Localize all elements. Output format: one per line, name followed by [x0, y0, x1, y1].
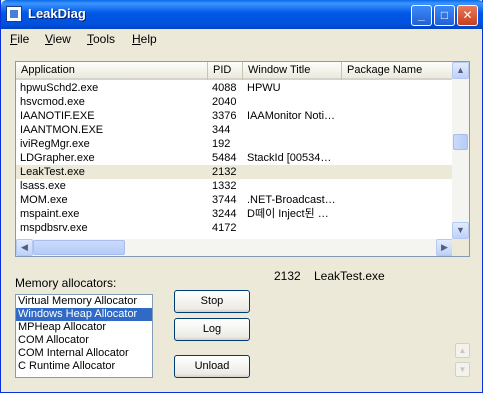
- row-application: iviRegMgr.exe: [20, 138, 90, 150]
- column-header-package-name[interactable]: Package Name: [342, 62, 453, 80]
- row-window-title: .NET-Broadcast…: [247, 194, 336, 206]
- arrow-down-icon: ▼: [458, 365, 467, 374]
- allocator-item[interactable]: MPHeap Allocator: [16, 321, 152, 334]
- row-pid: 5484: [212, 152, 237, 164]
- allocator-item[interactable]: COM Allocator: [16, 334, 152, 347]
- scroll-up-button[interactable]: ▲: [452, 62, 469, 79]
- window-title: LeakDiag: [28, 6, 86, 21]
- row-application: IAANTMON.EXE: [20, 124, 104, 136]
- minimize-icon: _: [418, 8, 425, 22]
- row-application: lsass.exe: [20, 180, 66, 192]
- arrow-left-icon: ◀: [21, 242, 28, 252]
- vertical-scrollbar[interactable]: ▲ ▼: [452, 62, 469, 239]
- menu-bar: File View Tools Help: [1, 29, 482, 49]
- close-button[interactable]: ✕: [457, 5, 478, 26]
- arrow-up-icon: ▲: [456, 65, 465, 75]
- scroll-left-button[interactable]: ◀: [16, 239, 33, 256]
- process-list-header: Application PID Window Title Package Nam…: [16, 62, 453, 80]
- menu-file[interactable]: File: [10, 32, 29, 46]
- row-pid: 4172: [212, 222, 237, 234]
- row-pid: 4088: [212, 82, 237, 94]
- row-application: IAANOTIF.EXE: [20, 110, 95, 122]
- horizontal-scroll-thumb[interactable]: [33, 240, 125, 255]
- menu-help[interactable]: Help: [132, 32, 157, 46]
- row-application: mspaint.exe: [20, 208, 80, 220]
- horizontal-scrollbar[interactable]: ◀ ▶: [16, 239, 453, 256]
- column-header-application[interactable]: Application: [16, 62, 208, 80]
- row-application: LeakTest.exe: [20, 166, 85, 178]
- row-pid: 192: [212, 138, 231, 150]
- process-list[interactable]: Application PID Window Title Package Nam…: [15, 61, 470, 257]
- selected-pid: 2132: [274, 269, 301, 283]
- allocator-item[interactable]: Virtual Memory Allocator: [16, 295, 152, 308]
- row-window-title: IAAMonitor Noti…: [247, 110, 336, 122]
- title-bar[interactable]: LeakDiag _ □ ✕: [1, 0, 483, 29]
- spin-down-button[interactable]: ▼: [455, 362, 470, 377]
- column-header-window-title[interactable]: Window Title: [243, 62, 342, 80]
- log-button[interactable]: Log: [174, 318, 250, 341]
- memory-allocators-label: Memory allocators:: [15, 276, 117, 290]
- row-pid: 2132: [212, 166, 237, 178]
- row-application: MOM.exe: [20, 194, 68, 206]
- maximize-icon: □: [440, 8, 449, 22]
- row-pid: 3244: [212, 208, 237, 220]
- row-pid: 3744: [212, 194, 237, 206]
- row-pid: 1332: [212, 180, 237, 192]
- process-row[interactable]: IAANTMON.EXE 344: [16, 123, 453, 137]
- close-icon: ✕: [462, 8, 473, 22]
- process-row[interactable]: hpwuSchd2.exe 4088 HPWU: [16, 81, 453, 95]
- row-pid: 3376: [212, 110, 237, 122]
- process-row[interactable]: lsass.exe 1332: [16, 179, 453, 193]
- process-row[interactable]: hsvcmod.exe 2040: [16, 95, 453, 109]
- process-row[interactable]: IAANOTIF.EXE 3376 IAAMonitor Noti…: [16, 109, 453, 123]
- process-row[interactable]: mspaint.exe 3244 D떼이 Inject된 …: [16, 207, 453, 221]
- process-row[interactable]: MOM.exe 3744 .NET-Broadcast…: [16, 193, 453, 207]
- row-pid: 2040: [212, 96, 237, 108]
- spin-up-button[interactable]: ▲: [455, 343, 470, 358]
- row-application: mspdbsrv.exe: [20, 222, 88, 234]
- row-pid: 344: [212, 124, 231, 136]
- row-application: hpwuSchd2.exe: [20, 82, 99, 94]
- arrow-down-icon: ▼: [456, 225, 465, 235]
- scroll-right-button[interactable]: ▶: [436, 239, 453, 256]
- minimize-button[interactable]: _: [411, 5, 432, 26]
- memory-allocators-list[interactable]: Virtual Memory Allocator Windows Heap All…: [15, 294, 153, 378]
- process-row[interactable]: LDGrapher.exe 5484 StackId [00534…: [16, 151, 453, 165]
- app-icon: [6, 6, 22, 22]
- stop-button[interactable]: Stop: [174, 290, 250, 313]
- row-window-title: D떼이 Inject된 …: [247, 208, 329, 220]
- menu-tools[interactable]: Tools: [87, 32, 115, 46]
- menu-view[interactable]: View: [45, 32, 71, 46]
- process-row[interactable]: iviRegMgr.exe 192: [16, 137, 453, 151]
- row-window-title: HPWU: [247, 82, 281, 94]
- arrow-right-icon: ▶: [441, 242, 448, 252]
- selected-process-name: LeakTest.exe: [314, 269, 385, 283]
- scrollbar-corner: [452, 239, 469, 256]
- process-row[interactable]: LeakTest.exe 2132: [16, 165, 453, 179]
- unload-button[interactable]: Unload: [174, 355, 250, 378]
- maximize-button[interactable]: □: [434, 5, 455, 26]
- allocator-item[interactable]: COM Internal Allocator: [16, 347, 152, 360]
- arrow-up-icon: ▲: [458, 346, 467, 355]
- row-application: hsvcmod.exe: [20, 96, 85, 108]
- scroll-down-button[interactable]: ▼: [452, 222, 469, 239]
- leakdiag-window: LeakDiag _ □ ✕ File View Tools Help Appl…: [0, 0, 483, 393]
- allocator-item[interactable]: C Runtime Allocator: [16, 360, 152, 373]
- vertical-scroll-thumb[interactable]: [453, 134, 468, 150]
- allocator-item[interactable]: Windows Heap Allocator: [16, 308, 152, 321]
- row-application: LDGrapher.exe: [20, 152, 95, 164]
- row-window-title: StackId [00534…: [247, 152, 332, 164]
- process-row[interactable]: mspdbsrv.exe 4172: [16, 221, 453, 235]
- column-header-pid[interactable]: PID: [208, 62, 243, 80]
